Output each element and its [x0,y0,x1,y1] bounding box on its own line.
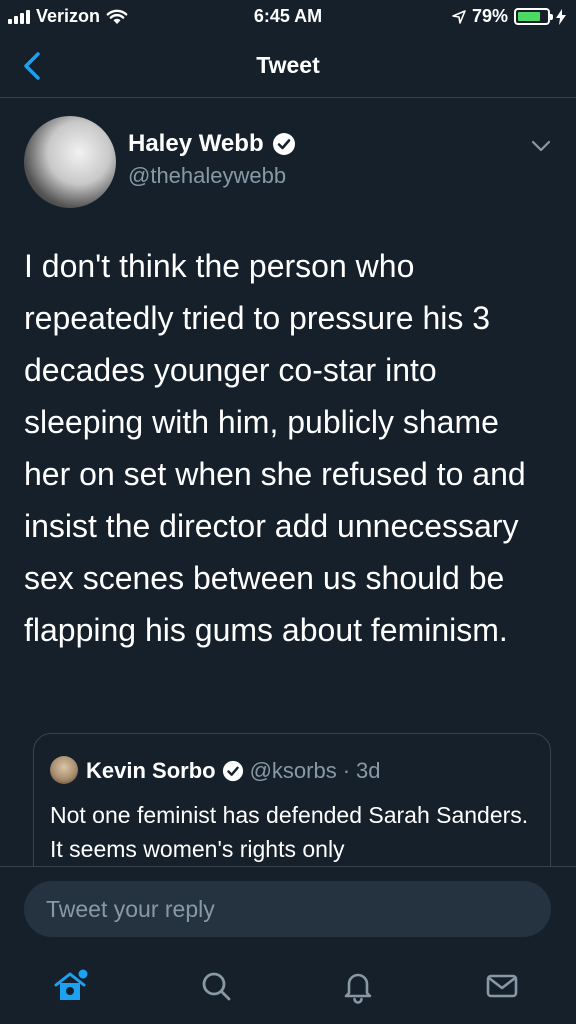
tweet-text: I don't think the person who repeatedly … [24,248,526,648]
charging-bolt-icon [556,8,566,25]
page-title: Tweet [256,52,320,78]
quoted-time: 3d [356,758,381,783]
quoted-author-name: Kevin Sorbo [86,758,216,783]
quoted-header: Kevin Sorbo @ksorbs · 3d [86,758,381,784]
nav-header: Tweet [0,36,576,98]
location-arrow-icon [452,9,466,24]
author-name[interactable]: Haley Webb [128,130,296,158]
quoted-tweet-text: Not one feminist has defended Sarah Sand… [50,802,529,862]
verified-badge-icon [222,760,243,782]
messages-icon[interactable] [482,966,522,1006]
quoted-avatar [50,756,78,784]
battery-percent: 79% [471,6,508,26]
reply-bar [0,866,576,952]
quoted-author-handle: @ksorbs [249,758,337,783]
avatar[interactable] [24,116,116,208]
notifications-icon[interactable] [338,966,378,1006]
status-bar: Verizon 6:45 AM 79% [0,0,576,36]
search-icon[interactable] [196,966,236,1006]
author-name-label: Haley Webb [128,130,264,157]
quoted-separator: · [342,758,351,783]
battery-icon [514,8,553,25]
status-right: 79% [452,6,566,27]
tab-bar [0,952,576,1024]
reply-input[interactable] [24,881,551,937]
chevron-down-icon[interactable] [530,138,552,154]
verified-badge-icon [272,133,295,155]
home-icon[interactable] [50,966,90,1006]
author-handle[interactable]: @thehaleywebb [128,163,286,189]
battery-fill [518,12,541,21]
